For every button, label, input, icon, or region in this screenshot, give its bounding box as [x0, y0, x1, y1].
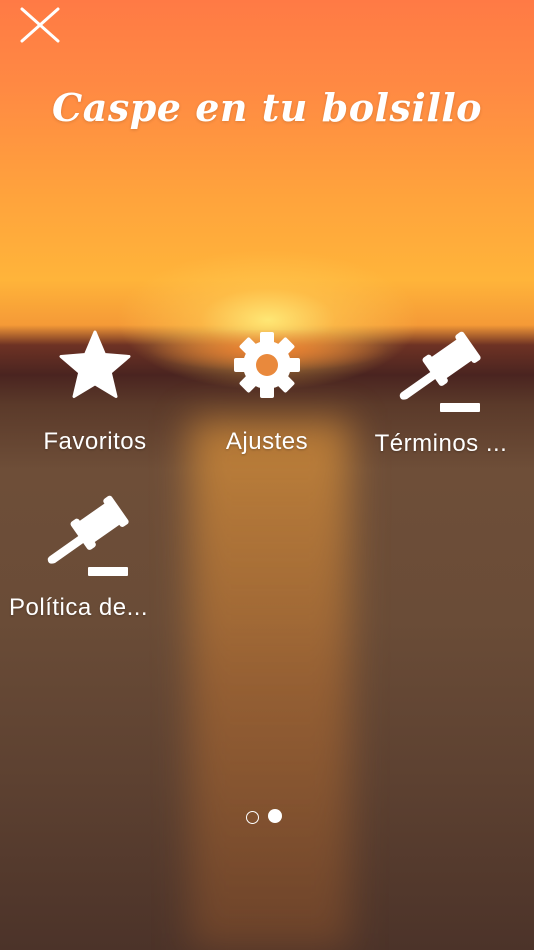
close-icon	[20, 7, 60, 43]
menu-item-label: Términos ...	[374, 430, 508, 457]
close-button[interactable]	[18, 5, 62, 45]
star-icon	[59, 330, 131, 398]
menu-screen: Caspe en tu bolsillo Favoritos Ajustes T…	[0, 0, 534, 950]
menu-item-label: Ajustes	[225, 428, 309, 455]
page-dot-1[interactable]	[246, 811, 259, 824]
menu-item-label: Favoritos	[43, 428, 147, 455]
sun-reflection	[190, 420, 350, 950]
gavel-icon	[47, 495, 129, 576]
menu-item-label: Política de...	[9, 594, 149, 621]
app-title: Caspe en tu bolsillo	[51, 85, 483, 130]
menu-item-ajustes[interactable]: Ajustes	[178, 330, 356, 480]
page-indicator	[244, 809, 290, 827]
menu-item-politica[interactable]: Política de...	[0, 494, 178, 644]
gavel-icon	[399, 331, 481, 412]
gear-icon	[234, 332, 300, 398]
menu-item-terminos[interactable]: Términos ...	[352, 330, 530, 480]
page-dot-2-active[interactable]	[268, 809, 282, 823]
menu-item-favoritos[interactable]: Favoritos	[6, 330, 184, 480]
